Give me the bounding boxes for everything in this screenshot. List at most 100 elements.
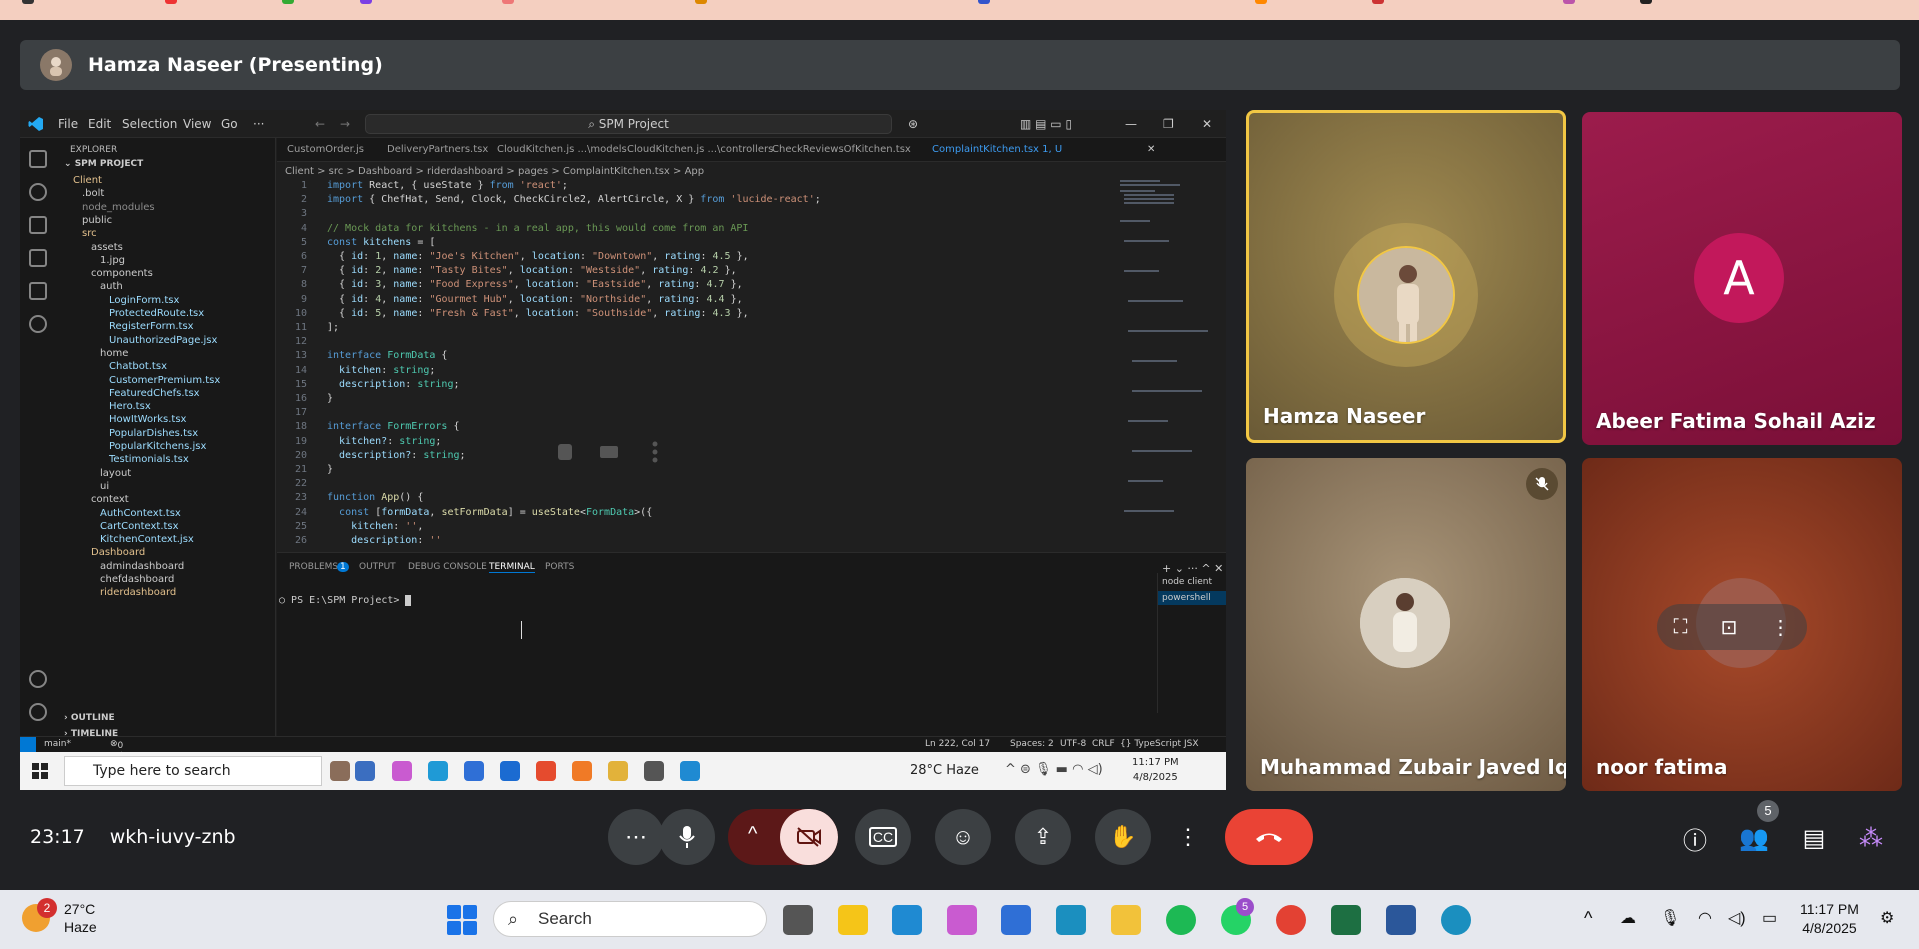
pin-icon[interactable]: ⊡ bbox=[1721, 615, 1738, 640]
close-tab-icon[interactable]: ✕ bbox=[1147, 144, 1155, 155]
status-cursor-position[interactable]: Ln 222, Col 17 bbox=[925, 739, 990, 749]
forward-arrow-icon[interactable]: → bbox=[340, 117, 350, 131]
task-view-icon[interactable] bbox=[783, 905, 813, 935]
camera-group[interactable]: ^ bbox=[728, 809, 838, 865]
shared-app-icon[interactable] bbox=[428, 761, 448, 781]
menu-edit[interactable]: Edit bbox=[88, 117, 111, 131]
command-center-search[interactable]: ⌕ SPM Project bbox=[365, 114, 892, 134]
battery-icon[interactable]: ▭ bbox=[1762, 908, 1777, 928]
tab-complaintkitchen-active[interactable]: ComplaintKitchen.tsx 1, U bbox=[932, 144, 1062, 155]
weather-widget[interactable]: 27°C Haze bbox=[64, 900, 97, 936]
word-icon[interactable] bbox=[1386, 905, 1416, 935]
copilot-icon[interactable] bbox=[947, 905, 977, 935]
extensions-icon[interactable] bbox=[29, 282, 47, 300]
tray-chevron-icon[interactable]: ^ bbox=[1584, 908, 1592, 929]
shared-app-icon[interactable] bbox=[355, 761, 375, 781]
chrome-icon[interactable] bbox=[1276, 905, 1306, 935]
panel-tab-debug-console[interactable]: DEBUG CONSOLE bbox=[408, 562, 487, 572]
terminal-output[interactable]: ○ PS E:\SPM Project> bbox=[279, 595, 412, 606]
shared-taskbar-search[interactable]: Type here to search bbox=[64, 756, 322, 786]
camera-off-button[interactable] bbox=[780, 809, 838, 865]
more-options-icon[interactable]: ⋮ bbox=[1770, 615, 1790, 640]
close-window-icon[interactable]: ✕ bbox=[1202, 117, 1212, 131]
restore-icon[interactable]: ❐ bbox=[1163, 117, 1174, 131]
back-arrow-icon[interactable]: ← bbox=[315, 117, 325, 131]
shared-app-icon[interactable] bbox=[500, 761, 520, 781]
tab-customorder[interactable]: CustomOrder.js bbox=[287, 144, 364, 155]
layout-icons[interactable]: ▥ ▤ ▭ ▯ bbox=[1020, 117, 1072, 131]
more-options-button[interactable]: ⋮ bbox=[1163, 809, 1213, 865]
status-encoding[interactable]: UTF-8 bbox=[1060, 739, 1086, 749]
sticky-notes-icon[interactable] bbox=[838, 905, 868, 935]
status-problems[interactable]: ⊗ 0 ⚠ 1 bbox=[110, 739, 126, 771]
shared-app-icon[interactable] bbox=[680, 761, 700, 781]
spotify-icon[interactable] bbox=[1166, 905, 1196, 935]
project-root[interactable]: ⌄ SPM PROJECT bbox=[64, 157, 143, 172]
terminal-item-powershell[interactable]: powershell bbox=[1158, 591, 1226, 605]
panel-tab-ports[interactable]: PORTS bbox=[545, 562, 574, 572]
git-branch[interactable]: main* bbox=[44, 739, 71, 749]
taskbar-clock[interactable]: 11:17 PM 4/8/2025 bbox=[1800, 900, 1859, 938]
volume-icon[interactable]: ◁) bbox=[1728, 908, 1746, 928]
tab-cloudkitchen-models[interactable]: CloudKitchen.js ...\models bbox=[497, 144, 627, 155]
shared-clock[interactable]: 11:17 PM 4/8/2025 bbox=[1132, 755, 1179, 785]
shared-app-icon[interactable] bbox=[644, 761, 664, 781]
chat-icon[interactable]: ▤ bbox=[1798, 822, 1830, 854]
reactions-button[interactable]: ☺ bbox=[935, 809, 991, 865]
status-eol[interactable]: CRLF bbox=[1092, 739, 1115, 749]
shared-app-icon[interactable] bbox=[608, 761, 628, 781]
frame-icon[interactable]: ⛶ bbox=[1674, 616, 1688, 639]
shared-app-icon[interactable] bbox=[536, 761, 556, 781]
shared-app-icon[interactable] bbox=[572, 761, 592, 781]
captions-button[interactable]: CC bbox=[855, 809, 911, 865]
microphone-button[interactable] bbox=[659, 809, 715, 865]
vscode-icon[interactable] bbox=[892, 905, 922, 935]
leave-call-button[interactable] bbox=[1225, 809, 1313, 865]
file-explorer-icon[interactable] bbox=[1111, 905, 1141, 935]
account-icon[interactable] bbox=[29, 670, 47, 688]
more-actions-button[interactable]: ⋯ bbox=[608, 809, 664, 865]
status-language[interactable]: {} TypeScript JSX bbox=[1120, 739, 1198, 749]
shared-app-icon[interactable] bbox=[330, 761, 350, 781]
copilot-chat-icon[interactable] bbox=[29, 315, 47, 333]
onedrive-icon[interactable]: ☁ bbox=[1620, 908, 1636, 928]
minimize-icon[interactable]: — bbox=[1125, 117, 1137, 131]
shared-tray-icons[interactable]: ^ ⊜ 🎙 ▬ ◠ ◁) bbox=[1005, 762, 1103, 777]
present-screen-button[interactable]: ⇪ bbox=[1015, 809, 1071, 865]
shared-app-icon[interactable] bbox=[392, 761, 412, 781]
people-icon[interactable]: 👥 bbox=[1738, 822, 1770, 854]
remote-icon[interactable] bbox=[20, 737, 36, 753]
panel-tab-terminal[interactable]: TERMINAL bbox=[489, 562, 535, 573]
camera-options-chevron-icon[interactable]: ^ bbox=[748, 823, 757, 846]
outline-section[interactable]: › OUTLINE bbox=[64, 711, 115, 726]
windows-start-icon[interactable] bbox=[447, 905, 477, 935]
tab-cloudkitchen-controllers[interactable]: CloudKitchen.js ...\controllers bbox=[627, 144, 773, 155]
source-control-icon[interactable] bbox=[29, 216, 47, 234]
terminal-item-node[interactable]: node client bbox=[1158, 573, 1226, 591]
panel-tab-output[interactable]: OUTPUT bbox=[359, 562, 396, 572]
excel-icon[interactable] bbox=[1331, 905, 1361, 935]
explorer-icon[interactable] bbox=[29, 150, 47, 168]
shared-app-icon[interactable] bbox=[464, 761, 484, 781]
menu-file[interactable]: File bbox=[58, 117, 78, 131]
participant-tile-zubair[interactable]: Muhammad Zubair Javed Iq... bbox=[1246, 458, 1566, 791]
raise-hand-button[interactable]: ✋ bbox=[1095, 809, 1151, 865]
edge-dev-icon[interactable] bbox=[1441, 905, 1471, 935]
settings-gear-icon[interactable] bbox=[29, 703, 47, 721]
shared-weather[interactable]: 28°C Haze bbox=[910, 763, 979, 778]
code-editor[interactable]: 1 import React, { useState } from 'react'… bbox=[277, 180, 1127, 550]
activities-icon[interactable]: ⁂ bbox=[1855, 822, 1887, 854]
run-debug-icon[interactable] bbox=[29, 249, 47, 267]
tree-item[interactable]: riderdashboard bbox=[100, 585, 176, 600]
wifi-icon[interactable]: ◠ bbox=[1698, 908, 1712, 928]
menu-more[interactable]: ··· bbox=[253, 117, 264, 131]
tab-checkreviews[interactable]: CheckReviewsOfKitchen.tsx bbox=[772, 144, 911, 155]
notifications-icon[interactable]: ⚙ bbox=[1880, 908, 1894, 928]
edge-icon[interactable] bbox=[1056, 905, 1086, 935]
status-indent[interactable]: Spaces: 2 bbox=[1010, 739, 1054, 749]
taskbar-search[interactable]: ⌕ Search bbox=[493, 901, 767, 937]
participant-tile-hamza[interactable]: Hamza Naseer bbox=[1246, 110, 1566, 443]
copilot-icon[interactable]: ⊛ bbox=[908, 117, 918, 131]
tab-deliverypartners[interactable]: DeliveryPartners.tsx bbox=[387, 144, 488, 155]
menu-go[interactable]: Go bbox=[221, 117, 238, 131]
